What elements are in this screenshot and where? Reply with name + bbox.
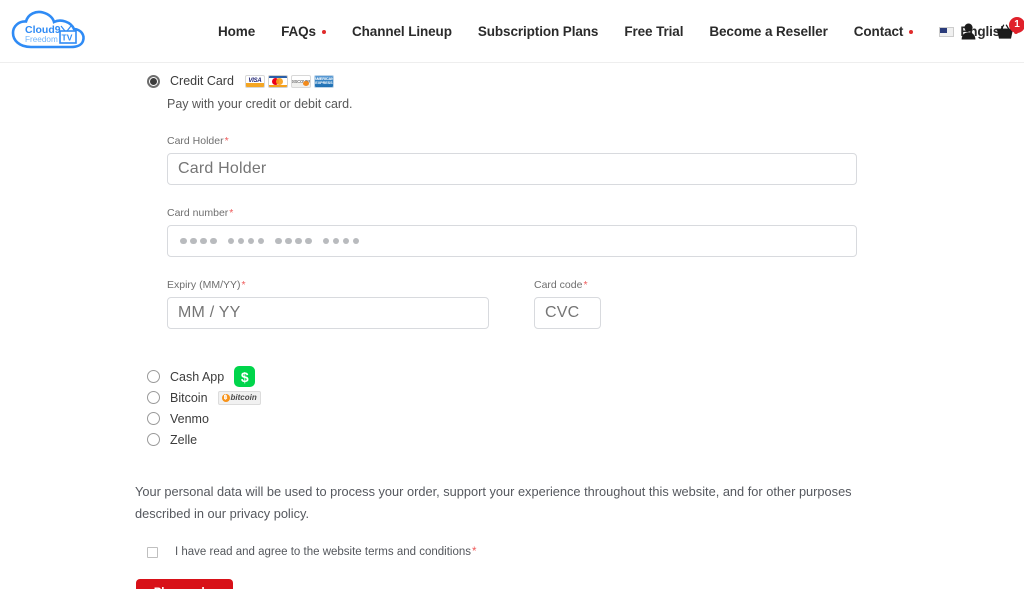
payment-option-bitcoin[interactable]: Bitcoin ฿ bitcoin: [147, 387, 1024, 408]
nav-label: Home: [218, 24, 256, 39]
expiry-label: Expiry (MM/YY)*: [167, 279, 489, 291]
card-code-input[interactable]: [534, 297, 601, 329]
credit-card-form: Card Holder* Card number* Expiry (: [167, 135, 1024, 329]
cashapp-icon: $: [234, 366, 256, 387]
card-number-input[interactable]: [167, 225, 857, 257]
site-header: Cloud9 Freedom TV Home FAQs Channel Line…: [0, 0, 1024, 63]
required-asterisk: *: [229, 207, 234, 219]
field-card-number: Card number*: [167, 207, 1024, 257]
discover-icon: DISCOVER: [290, 74, 311, 88]
terms-agreement-row[interactable]: I have read and agree to the website ter…: [147, 546, 1024, 558]
label-text: Expiry (MM/YY): [167, 279, 241, 291]
terms-text: I have read and agree to the website ter…: [175, 546, 471, 558]
visa-icon: VISA: [244, 74, 265, 88]
site-logo[interactable]: Cloud9 Freedom TV: [8, 8, 88, 54]
nav-label: Subscription Plans: [477, 24, 599, 39]
required-asterisk: *: [241, 279, 246, 291]
required-asterisk: *: [472, 546, 477, 558]
field-expiry: Expiry (MM/YY)*: [167, 279, 489, 329]
card-code-label: Card code*: [534, 279, 601, 291]
cloud9-freedom-tv-logo-icon: Cloud9 Freedom TV: [11, 10, 85, 49]
place-order-button[interactable]: Place order: [136, 579, 233, 589]
nav-label: FAQs: [281, 24, 316, 39]
payment-option-venmo[interactable]: Venmo: [147, 408, 1024, 429]
label-text: Card code: [534, 279, 583, 291]
payment-option-label: Bitcoin: [170, 390, 208, 405]
payment-option-credit-card[interactable]: Credit Card VISA DISCOVER AMERICAN EXPRES…: [147, 74, 1024, 88]
field-card-code: Card code*: [534, 279, 601, 329]
nav-label: Channel Lineup: [351, 24, 452, 39]
card-holder-input[interactable]: [167, 153, 857, 185]
payment-option-label: Credit Card: [170, 74, 234, 88]
account-button[interactable]: [961, 23, 976, 40]
label-text: Card number: [167, 207, 229, 219]
payment-option-label: Venmo: [170, 411, 209, 426]
payment-option-label: Zelle: [170, 432, 198, 447]
alternative-payment-methods: Cash App $ Bitcoin ฿ bitcoin Venmo Zelle: [147, 366, 1024, 450]
nav-label: Contact: [853, 24, 904, 39]
radio-zelle[interactable]: [147, 433, 160, 446]
nav-item-free-trial[interactable]: Free Trial: [611, 24, 696, 39]
radio-venmo[interactable]: [147, 412, 160, 425]
nav-item-home[interactable]: Home: [205, 24, 268, 39]
card-holder-label: Card Holder*: [167, 135, 1024, 147]
chevron-down-icon: [909, 29, 914, 34]
accepted-card-brands: VISA DISCOVER AMERICAN EXPRESS: [244, 74, 334, 88]
header-actions: 1: [961, 0, 1024, 63]
checkout-payment-section: Credit Card VISA DISCOVER AMERICAN EXPRES…: [0, 74, 1024, 589]
nav-item-channel-lineup[interactable]: Channel Lineup: [339, 24, 465, 39]
svg-text:Freedom: Freedom: [25, 35, 58, 44]
nav-label: Become a Reseller: [709, 24, 828, 39]
radio-credit-card[interactable]: [147, 74, 160, 88]
main-navigation: Home FAQs Channel Lineup Subscription Pl…: [205, 0, 1024, 63]
nav-item-contact[interactable]: Contact: [841, 24, 927, 39]
radio-bitcoin[interactable]: [147, 391, 160, 404]
us-flag-icon: [939, 26, 955, 37]
chevron-down-icon: [321, 29, 326, 34]
expiry-input[interactable]: [167, 297, 489, 329]
nav-item-faqs[interactable]: FAQs: [268, 24, 339, 39]
field-card-holder: Card Holder*: [167, 135, 1024, 185]
nav-item-subscription-plans[interactable]: Subscription Plans: [465, 24, 611, 39]
payment-description: Pay with your credit or debit card.: [167, 97, 353, 111]
nav-item-become-a-reseller[interactable]: Become a Reseller: [696, 24, 840, 39]
svg-text:TV: TV: [62, 33, 73, 43]
label-text: Card Holder: [167, 135, 224, 147]
required-asterisk: *: [583, 279, 588, 291]
nav-label: Free Trial: [624, 24, 684, 39]
card-number-placeholder-dots: [178, 237, 359, 245]
privacy-policy-text: Your personal data will be used to proce…: [135, 484, 852, 521]
terms-checkbox[interactable]: [147, 546, 158, 558]
payment-option-label: Cash App: [170, 369, 225, 384]
bitcoin-icon: ฿ bitcoin: [217, 390, 261, 405]
required-asterisk: *: [224, 135, 229, 147]
terms-label: I have read and agree to the website ter…: [175, 546, 476, 558]
payment-option-zelle[interactable]: Zelle: [147, 429, 1024, 450]
cart-count-badge: 1: [1009, 16, 1024, 33]
mastercard-icon: [267, 74, 288, 88]
payment-option-cash-app[interactable]: Cash App $: [147, 366, 1024, 387]
amex-icon: AMERICAN EXPRESS: [313, 74, 334, 88]
card-number-label: Card number*: [167, 207, 1024, 219]
radio-cash-app[interactable]: [147, 370, 160, 383]
cart-button[interactable]: 1: [996, 16, 1024, 40]
user-icon: [961, 23, 976, 40]
expiry-cvc-row: Expiry (MM/YY)* Card code*: [167, 279, 1024, 329]
